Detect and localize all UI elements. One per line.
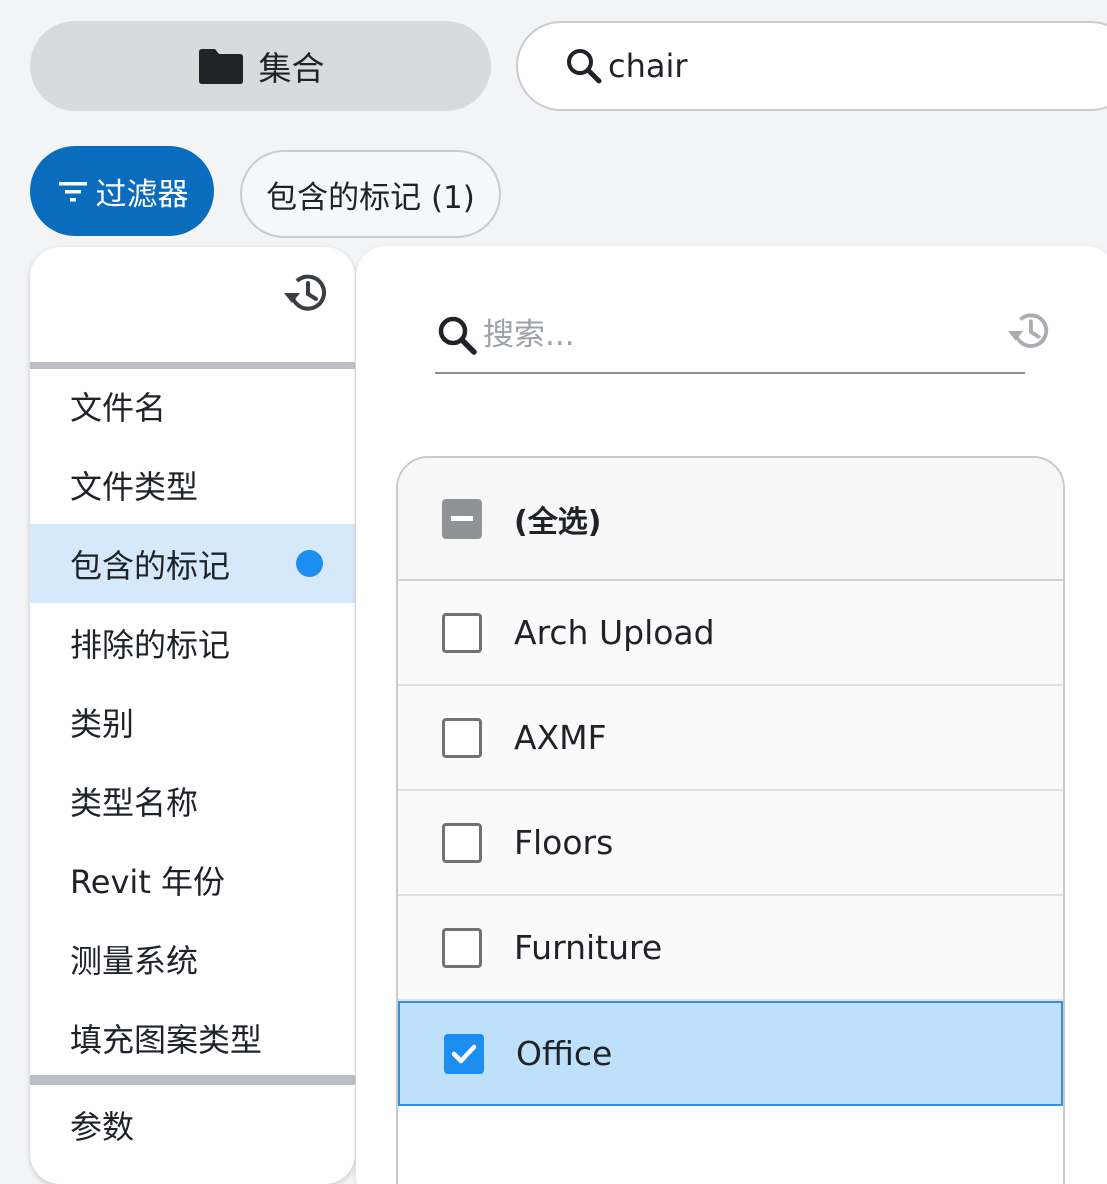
active-indicator-dot xyxy=(296,550,323,577)
menu-item-label: 类型名称 xyxy=(70,783,199,822)
list-item[interactable]: Floors xyxy=(398,791,1063,896)
checkmark-icon xyxy=(451,1044,477,1063)
checkbox[interactable] xyxy=(442,612,482,653)
list-item-selected[interactable]: Office xyxy=(398,1001,1063,1106)
list-item-label: Floors xyxy=(514,823,614,862)
checkbox[interactable] xyxy=(442,822,482,863)
global-search-input[interactable] xyxy=(608,47,1028,85)
collections-label: 集合 xyxy=(258,49,325,88)
menu-item-label: 文件类型 xyxy=(70,467,199,506)
folder-icon xyxy=(197,46,245,86)
menu-item-revit-year[interactable]: Revit 年份 xyxy=(30,840,355,919)
divider xyxy=(30,1075,355,1085)
collections-button[interactable]: 集合 xyxy=(30,21,491,111)
list-item-label: Office xyxy=(516,1034,613,1073)
history-icon[interactable] xyxy=(1004,308,1054,354)
menu-item-fill-pattern-type[interactable]: 填充图案类型 xyxy=(30,998,355,1077)
list-item-label: AXMF xyxy=(514,718,607,757)
checkbox[interactable] xyxy=(442,717,482,758)
list-item[interactable]: Furniture xyxy=(398,896,1063,1001)
menu-item-label: 测量系统 xyxy=(70,941,199,980)
list-item[interactable]: AXMF xyxy=(398,686,1063,791)
tag-selection-panel: (全选) Arch Upload AXMF Floors Furniture O… xyxy=(356,246,1107,1184)
checkbox-checked[interactable] xyxy=(444,1033,484,1074)
search-icon xyxy=(435,313,479,357)
tag-search-box[interactable] xyxy=(435,298,1025,374)
menu-item-category[interactable]: 类别 xyxy=(30,682,355,761)
list-item-label: Furniture xyxy=(514,928,663,967)
tag-search-input[interactable] xyxy=(483,317,983,353)
search-icon xyxy=(564,46,604,86)
menu-item-label: 文件名 xyxy=(70,388,167,427)
menu-item-label: 参数 xyxy=(70,1107,135,1146)
menu-item-label: 排除的标记 xyxy=(70,625,231,664)
menu-item-filetype[interactable]: 文件类型 xyxy=(30,445,355,524)
checkbox[interactable] xyxy=(442,927,482,968)
menu-item-excluded-tags[interactable]: 排除的标记 xyxy=(30,603,355,682)
filter-button[interactable]: 过滤器 xyxy=(30,146,214,236)
active-filter-chip-label: 包含的标记 (1) xyxy=(266,179,475,216)
list-item[interactable]: Arch Upload xyxy=(398,581,1063,686)
active-filter-chip[interactable]: 包含的标记 (1) xyxy=(240,150,501,238)
history-icon[interactable] xyxy=(280,269,332,317)
filter-icon xyxy=(56,176,90,206)
filter-label: 过滤器 xyxy=(95,176,189,213)
menu-item-label: 类别 xyxy=(70,704,135,743)
filter-category-panel: 文件名 文件类型 包含的标记 排除的标记 类别 类型名称 Revit 年份 测量… xyxy=(30,247,355,1184)
select-all-checkbox[interactable] xyxy=(442,498,482,539)
menu-item-filename[interactable]: 文件名 xyxy=(30,366,355,445)
menu-item-label: 填充图案类型 xyxy=(70,1020,263,1059)
menu-item-label: 包含的标记 xyxy=(70,546,231,585)
global-search-box[interactable] xyxy=(516,21,1107,111)
menu-item-included-tags[interactable]: 包含的标记 xyxy=(30,524,355,603)
select-all-row[interactable]: (全选) xyxy=(398,458,1063,581)
menu-item-type-name[interactable]: 类型名称 xyxy=(30,761,355,840)
menu-item-label: Revit 年份 xyxy=(70,862,226,901)
tag-options-list: (全选) Arch Upload AXMF Floors Furniture O… xyxy=(396,456,1065,1184)
menu-item-measurement-system[interactable]: 测量系统 xyxy=(30,919,355,998)
list-item-label: Arch Upload xyxy=(514,613,715,652)
select-all-label: (全选) xyxy=(514,504,602,540)
menu-item-parameters[interactable]: 参数 xyxy=(30,1085,355,1164)
